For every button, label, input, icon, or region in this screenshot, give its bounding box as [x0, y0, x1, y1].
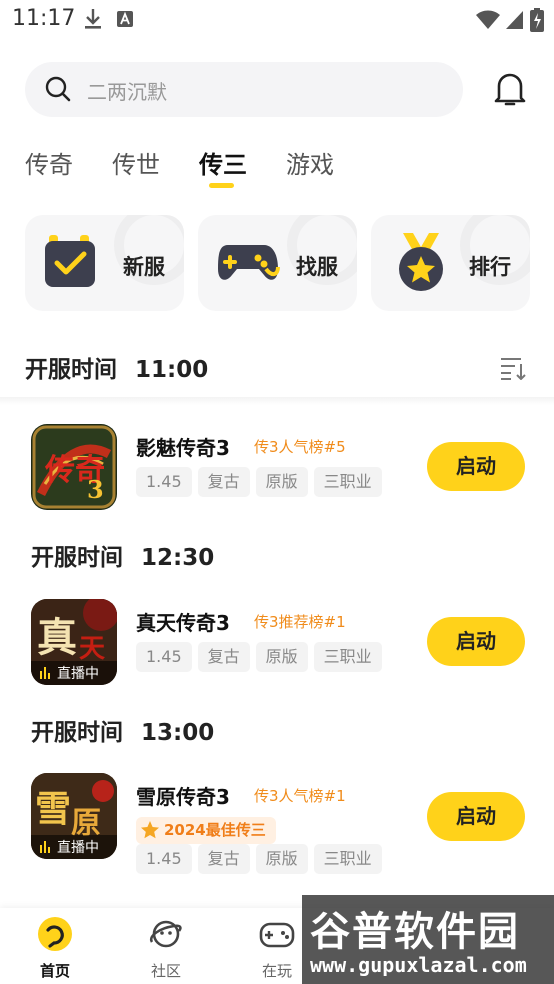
tag: 复古 [197, 467, 250, 497]
game-rank[interactable]: 传3人气榜#1 [254, 785, 346, 806]
tab-youxi[interactable]: 游戏 [286, 145, 373, 180]
svg-text:3: 3 [87, 475, 104, 504]
nav-community[interactable]: 社区 [131, 916, 201, 981]
tag: 原版 [255, 844, 308, 874]
new-server-label: 新服 [123, 255, 165, 279]
wifi-icon [476, 10, 500, 29]
find-server-button[interactable]: 找服 [198, 215, 357, 311]
tag: 复古 [197, 844, 250, 874]
game-rank[interactable]: 传3人气榜#5 [254, 436, 346, 457]
active-tab-indicator [209, 183, 234, 188]
search-input[interactable]: 二两沉默 [25, 62, 463, 117]
tag-list: 1.45 复古 原版 三职业 [136, 467, 382, 497]
category-tabs: 传奇 传世 传三 游戏 [25, 145, 373, 180]
launch-button[interactable]: 启动 [427, 617, 525, 666]
game-title: 雪原传奇3 [136, 785, 230, 809]
tag: 三职业 [313, 844, 382, 874]
game-row[interactable]: 雪 原 直播中 雪原传奇3 传3人气榜#1 2024最佳传三 1.45 复古 原… [0, 773, 554, 874]
game-icon-yingmei: 传奇 3 [31, 424, 117, 510]
planet-icon [149, 920, 182, 948]
font-a-icon [117, 11, 133, 27]
nav-home[interactable]: 首页 [20, 916, 90, 981]
live-bars-icon [40, 841, 50, 853]
game-title: 真天传奇3 [136, 611, 230, 635]
section-divider [0, 397, 554, 405]
tag: 1.45 [136, 844, 192, 874]
tag: 1.45 [136, 642, 192, 672]
award-badge: 2024最佳传三 [136, 817, 276, 844]
notification-bell-icon[interactable] [494, 71, 526, 107]
calendar-check-icon [45, 235, 95, 287]
medal-star-icon [399, 233, 443, 291]
header-time: 11:00 [135, 357, 209, 383]
launch-button[interactable]: 启动 [427, 442, 525, 491]
game-rank[interactable]: 传3推荐榜#1 [254, 611, 346, 632]
gamepad-icon [259, 922, 295, 948]
award-star-icon [141, 821, 159, 839]
find-server-label: 找服 [296, 255, 338, 279]
server-time-header: 开服时间 11:00 [25, 350, 208, 384]
status-time: 11:17 [12, 6, 76, 31]
battery-icon [530, 8, 544, 32]
search-placeholder: 二两沉默 [87, 80, 167, 104]
tag: 三职业 [313, 642, 382, 672]
live-badge: 直播中 [31, 661, 117, 685]
server-time-label: 开服时间 12:30 [31, 545, 215, 571]
search-icon [45, 76, 71, 102]
tag: 复古 [197, 642, 250, 672]
ranking-label: 排行 [469, 255, 511, 279]
tag-list: 1.45 复古 原版 三职业 [136, 844, 382, 874]
watermark: 谷普软件园 www.gupuxlazal.com [302, 895, 554, 984]
live-bars-icon [40, 667, 50, 679]
header-label: 开服时间 [25, 357, 117, 383]
svg-text:天: 天 [79, 634, 105, 664]
game-row[interactable]: 传奇 3 影魅传奇3 传3人气榜#5 1.45 复古 原版 三职业 启动 [0, 424, 554, 514]
svg-text:真: 真 [37, 614, 77, 661]
tag-list: 1.45 复古 原版 三职业 [136, 642, 382, 672]
new-server-button[interactable]: 新服 [25, 215, 184, 311]
download-icon [85, 9, 101, 29]
launch-button[interactable]: 启动 [427, 792, 525, 841]
tag: 原版 [255, 642, 308, 672]
tab-chuanshi[interactable]: 传世 [112, 145, 199, 180]
svg-text:雪: 雪 [35, 788, 71, 830]
watermark-url: www.gupuxlazal.com [310, 953, 527, 977]
server-time-label: 开服时间 13:00 [31, 720, 215, 746]
watermark-title: 谷普软件园 [310, 909, 520, 955]
shortcut-row: 新服 找服 排行 [25, 215, 530, 311]
tab-chuanqi[interactable]: 传奇 [25, 145, 112, 180]
signal-icon [506, 11, 523, 29]
home-icon [38, 917, 72, 951]
status-bar: 11:17 [0, 0, 554, 38]
ranking-button[interactable]: 排行 [371, 215, 530, 311]
game-title: 影魅传奇3 [136, 436, 230, 460]
game-icon-zhentian: 真 天 直播中 [31, 599, 117, 685]
sort-icon[interactable] [500, 356, 526, 380]
game-row[interactable]: 真 天 直播中 真天传奇3 传3推荐榜#1 1.45 复古 原版 三职业 启动 [0, 599, 554, 689]
tag: 1.45 [136, 467, 192, 497]
game-icon-xueyuan: 雪 原 直播中 [31, 773, 117, 859]
gamepad-icon [218, 245, 280, 280]
tag: 三职业 [313, 467, 382, 497]
tab-chuansan[interactable]: 传三 [199, 145, 286, 180]
live-badge: 直播中 [31, 835, 117, 859]
tag: 原版 [255, 467, 308, 497]
